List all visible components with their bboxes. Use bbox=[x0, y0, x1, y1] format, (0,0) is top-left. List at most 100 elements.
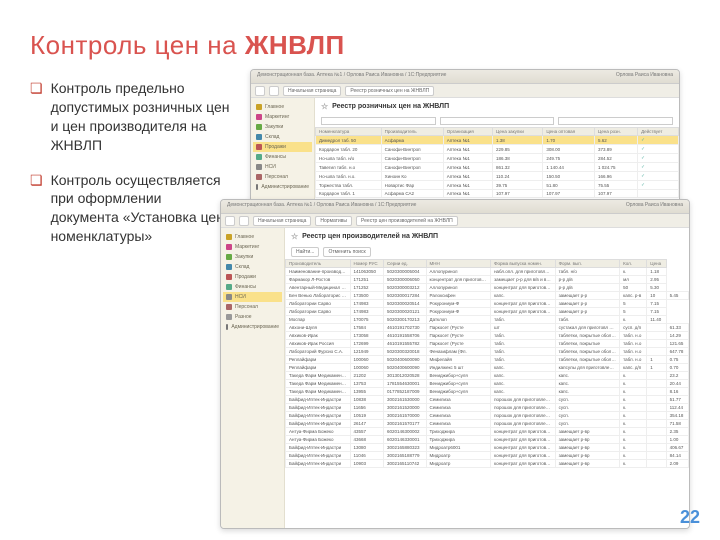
cancel-search-button[interactable]: Отменить поиск bbox=[323, 247, 370, 257]
sidebar-item[interactable]: Разное bbox=[223, 312, 282, 322]
table-row[interactable]: Авхиков-Ирак1730584610191558706Паркосет … bbox=[286, 332, 689, 340]
find-button[interactable]: Найти... bbox=[291, 247, 319, 257]
table-row[interactable]: Авхони-Шуля175844610191702730Паркосет (Р… bbox=[286, 324, 689, 332]
column-header[interactable]: Номер РУС bbox=[350, 260, 383, 268]
tab-home[interactable]: Начальная страница bbox=[253, 216, 311, 226]
column-header[interactable]: Форм. вып. bbox=[555, 260, 620, 268]
table-row[interactable]: Байфид-Иптек-Индастри108383002161530000С… bbox=[286, 396, 689, 404]
column-header[interactable]: Форма выпуска номен. bbox=[491, 260, 556, 268]
table-row[interactable]: Фармакор Л-Ростов1712515020300006050конц… bbox=[286, 276, 689, 284]
sidebar-item[interactable]: Главное bbox=[223, 232, 282, 242]
sidebar-item[interactable]: Персонал bbox=[253, 172, 312, 182]
table-row[interactable]: Кордарон табл. 20Санофи-ВинтропАптека №1… bbox=[316, 145, 679, 154]
cell bbox=[647, 372, 666, 380]
column-header[interactable]: Цена закупки bbox=[493, 128, 543, 136]
table-row[interactable]: Лаборатории Сарво1749835020300020121Року… bbox=[286, 308, 689, 316]
sidebar-item[interactable]: Продажи bbox=[223, 272, 282, 282]
sidebar-label: НСИ bbox=[235, 294, 246, 300]
star-icon[interactable] bbox=[239, 216, 249, 226]
column-header[interactable]: Цена оптовая bbox=[543, 128, 595, 136]
sidebar-item[interactable]: НСИ bbox=[253, 162, 312, 172]
table-row[interactable]: Такеда Фарм Медикамент Прод1395501778521… bbox=[286, 388, 689, 396]
cell: р-р д/в bbox=[555, 284, 620, 292]
table-row[interactable]: Авхиков-Ирак Россия1726994610191555782Па… bbox=[286, 340, 689, 348]
column-header[interactable]: Организация bbox=[443, 128, 492, 136]
table-row[interactable]: Авентарный-Медицинал Сан.171252502030000… bbox=[286, 284, 689, 292]
table-row[interactable]: Но-шпа табл. н/оСанофи-ВинтропАптека №11… bbox=[316, 154, 679, 163]
table-row[interactable]: Реплайфарм1000605020400600090Индилжекс 5… bbox=[286, 364, 689, 372]
table-row[interactable]: Торжества табл.Новартис ФарАптека №139.7… bbox=[316, 181, 679, 190]
column-header[interactable]: Действует bbox=[638, 128, 679, 136]
sidebar-item[interactable]: Администрирование bbox=[253, 182, 312, 192]
cell: 5020300020121 bbox=[384, 308, 427, 316]
sidebar-item[interactable]: Финансы bbox=[253, 152, 312, 162]
filter-input[interactable] bbox=[440, 117, 555, 125]
fav-star-icon[interactable]: ☆ bbox=[291, 232, 298, 241]
sidebar-item[interactable]: Закупки bbox=[223, 252, 282, 262]
toolbar: Начальная страница Нормативы Реестр цен … bbox=[221, 214, 689, 228]
table-row[interactable]: Байфид-Иптек-Индастри105193002161570000С… bbox=[286, 412, 689, 420]
column-header[interactable]: Кол. bbox=[620, 260, 647, 268]
sidebar-item[interactable]: Персонал bbox=[223, 302, 282, 312]
tab-home[interactable]: Начальная страница bbox=[283, 86, 341, 96]
cell: 5020400600090 bbox=[384, 356, 427, 364]
table-row[interactable]: Бен Венью Лабораторис Инк.17350050203000… bbox=[286, 292, 689, 300]
cell: 1.38 bbox=[493, 136, 543, 145]
fav-star-icon[interactable]: ☆ bbox=[321, 102, 328, 111]
table-row[interactable]: Байфид-Иптек-Индастри261473002161570177С… bbox=[286, 420, 689, 428]
column-header[interactable]: Цена bbox=[647, 260, 666, 268]
cell: Антуа-Фирма Божеко bbox=[286, 428, 351, 436]
cell: мл bbox=[620, 276, 647, 284]
menu-icon[interactable] bbox=[255, 86, 265, 96]
table-row[interactable]: Моспар1700755020300170213Датклоптабл.таб… bbox=[286, 316, 689, 324]
tab-producer-registry[interactable]: Реестр цен производителей на ЖНВЛП bbox=[356, 216, 458, 226]
cell: 51.77 bbox=[666, 396, 688, 404]
table-row[interactable]: Такеда Фарм Медикамент Прод2120230130120… bbox=[286, 372, 689, 380]
cell: Авхиков-Ирак bbox=[286, 332, 351, 340]
table-row[interactable]: Такеда Фарм Медикамент Прод1375317815546… bbox=[286, 380, 689, 388]
sidebar-item[interactable]: Главное bbox=[253, 102, 312, 112]
cell: 5.30 bbox=[647, 284, 666, 292]
table-row[interactable]: Байфид-Иптек-Индастри130803002165880323М… bbox=[286, 444, 689, 452]
tab-registry[interactable]: Реестр розничных цен на ЖНВЛП bbox=[345, 86, 434, 96]
cell: 1.18 bbox=[647, 268, 666, 276]
cell: 61.33 bbox=[666, 324, 688, 332]
table-row[interactable]: Байфид-Иптек-Индастри116563002161520000С… bbox=[286, 404, 689, 412]
sidebar-item[interactable]: Маркетинг bbox=[253, 112, 312, 122]
sidebar-item[interactable]: НСИ bbox=[223, 292, 282, 302]
table-row[interactable]: Реплайфарм1000605020400600090Мифелайятаб… bbox=[286, 356, 689, 364]
table-row[interactable]: Но-шпа табл. н.о.Хиноин КоАптека №1110.2… bbox=[316, 172, 679, 181]
table-row[interactable]: Лаборатории Сарво1749835020300020514Року… bbox=[286, 300, 689, 308]
table-row[interactable]: Наименование-производителя14106305050203… bbox=[286, 268, 689, 276]
sidebar-item[interactable]: Маркетинг bbox=[223, 242, 282, 252]
table-row[interactable]: Кордарон табл. 1Асфарма СА2Аптека №1107.… bbox=[316, 190, 679, 198]
cell: 150.50 bbox=[543, 172, 595, 181]
cell: 166.96 bbox=[595, 172, 638, 181]
column-header[interactable]: МНН bbox=[426, 260, 491, 268]
star-icon[interactable] bbox=[269, 86, 279, 96]
column-header[interactable]: Серии ед. bbox=[384, 260, 427, 268]
column-header[interactable]: Цена розн. bbox=[595, 128, 638, 136]
filter-input[interactable] bbox=[321, 117, 436, 125]
table-row[interactable]: Лабораторий Фурсио С.А.12194950203003200… bbox=[286, 348, 689, 356]
cell: Аптека №1 bbox=[443, 190, 492, 198]
table-row[interactable]: Димедрол таб. 50АсфармаАптека №11.381.70… bbox=[316, 136, 679, 145]
sidebar-item[interactable]: Закупки bbox=[253, 122, 312, 132]
sidebar-label: Маркетинг bbox=[265, 114, 289, 120]
column-header[interactable]: Производитель bbox=[381, 128, 443, 136]
column-header[interactable]: Производитель bbox=[286, 260, 351, 268]
table-row[interactable]: Байфид-Иптек-Индастри109033002165110742М… bbox=[286, 460, 689, 468]
column-header[interactable]: Номенклатура bbox=[316, 128, 382, 136]
sidebar-item[interactable]: Администрирование bbox=[223, 322, 282, 332]
filter-input[interactable] bbox=[558, 117, 673, 125]
table-row[interactable]: Байфид-Иптек-Индастри110463002165188779М… bbox=[286, 452, 689, 460]
sidebar-item[interactable]: Склад bbox=[253, 132, 312, 142]
menu-icon[interactable] bbox=[225, 216, 235, 226]
table-row[interactable]: Антуа-Фирма Божеко435576020146300002Трих… bbox=[286, 428, 689, 436]
tab-norm[interactable]: Нормативы bbox=[315, 216, 352, 226]
table-row[interactable]: Тавегил табл. н.оСанофи-ВинтропАптека №1… bbox=[316, 163, 679, 172]
table-row[interactable]: Антуа-Фирма Божеко436686020146330001Трих… bbox=[286, 436, 689, 444]
sidebar-item[interactable]: Продажи bbox=[253, 142, 312, 152]
sidebar-item[interactable]: Склад bbox=[223, 262, 282, 272]
sidebar-item[interactable]: Финансы bbox=[223, 282, 282, 292]
